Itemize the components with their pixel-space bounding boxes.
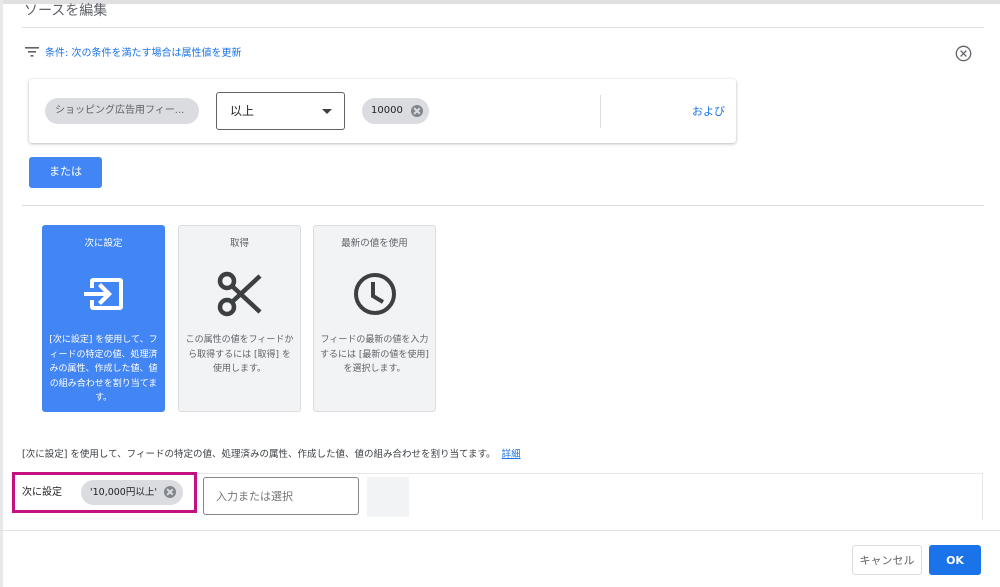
remove-chip-icon[interactable] (410, 105, 423, 117)
close-icon[interactable] (955, 45, 972, 62)
set-to-panel-extension (409, 474, 983, 520)
option-description: フィードの最新の値を入力するには [最新の値を使用] を選択します。 (320, 335, 429, 374)
option-latest-value[interactable]: 最新の値を使用 フィードの最新の値を入力するには [最新の値を使用] を選択しま… (313, 225, 436, 412)
info-text: [次に設定] を使用して、フィードの特定の値、処理済みの属性、作成した値、値の組… (22, 446, 521, 460)
highlight-box (12, 472, 197, 513)
value-chip: 10000 (362, 98, 429, 124)
and-link[interactable]: および (692, 103, 725, 119)
set-to-input[interactable] (203, 477, 359, 515)
operator-value: 以上 (230, 104, 255, 118)
top-border (0, 0, 1000, 4)
cancel-button[interactable]: キャンセル (852, 545, 922, 575)
footer-divider (0, 530, 1000, 531)
condition-card: ショッピング広告用フィー... 以上 10000 および (29, 79, 736, 143)
scissors-icon (217, 271, 262, 317)
learn-more-link[interactable]: 詳細 (502, 449, 521, 460)
option-description: [次に設定] を使用して、フィードの特定の値、処理済みの属性、作成した値、値の組… (49, 335, 158, 403)
operator-select[interactable]: 以上 (216, 92, 345, 130)
section-divider (22, 205, 984, 206)
set-to-spacer (367, 477, 409, 517)
left-border (0, 0, 3, 587)
condition-header: 条件: 次の条件を満たす場合は属性値を更新 (25, 44, 242, 59)
set-arrow-icon (83, 278, 123, 310)
info-text-body: [次に設定] を使用して、フィードの特定の値、処理済みの属性、作成した値、値の組… (22, 449, 496, 460)
value-field[interactable]: 10000 (360, 95, 601, 128)
dialog-title: ソースを編集 (24, 3, 108, 19)
option-set-to[interactable]: 次に設定 [次に設定] を使用して、フィードの特定の値、処理済みの属性、作成した… (42, 225, 165, 412)
option-title: 次に設定 (84, 238, 123, 249)
option-extract[interactable]: 取得 この属性の値をフィードから取得するには [取得] を使用します。 (178, 225, 301, 412)
or-button[interactable]: または (29, 157, 102, 188)
attribute-chip[interactable]: ショッピング広告用フィー... (45, 98, 199, 124)
option-title: 取得 (229, 238, 249, 249)
title-divider (22, 27, 984, 28)
option-description: この属性の値をフィードから取得するには [取得] を使用します。 (185, 335, 294, 374)
filter-icon (25, 46, 39, 57)
clock-icon (353, 273, 396, 315)
option-title: 最新の値を使用 (341, 238, 408, 249)
ok-button[interactable]: OK (929, 545, 981, 575)
condition-label: 条件: 次の条件を満たす場合は属性値を更新 (45, 48, 242, 59)
caret-down-icon (322, 109, 332, 114)
value-chip-label: 10000 (371, 105, 403, 116)
